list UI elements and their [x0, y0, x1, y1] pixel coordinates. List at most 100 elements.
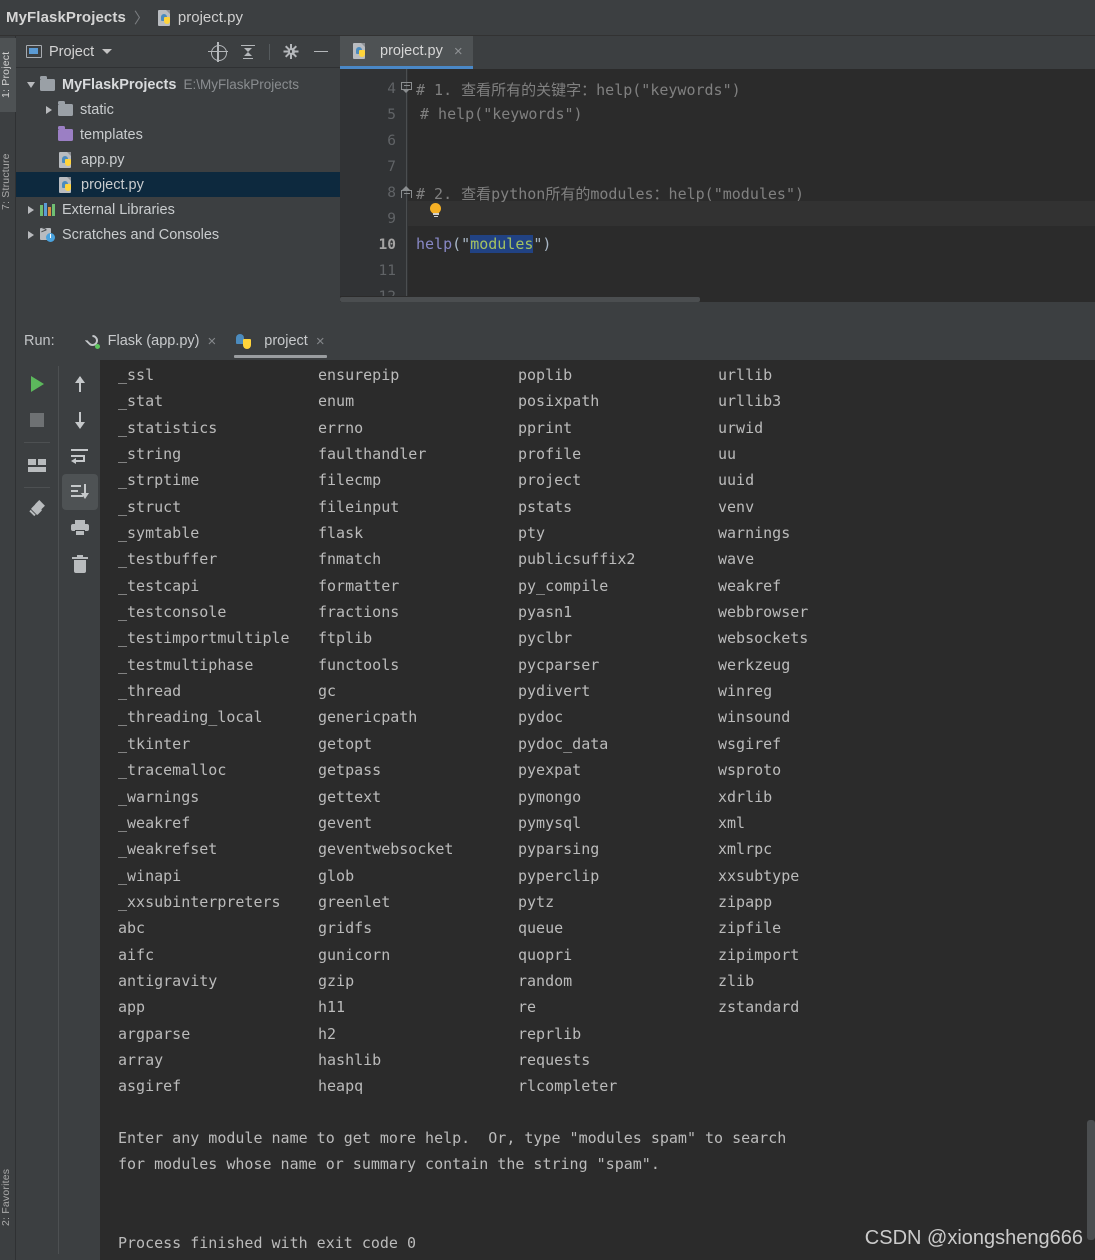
project-panel-header: Project: [16, 36, 340, 68]
tree-node-templates[interactable]: templates: [16, 122, 340, 147]
run-tab-flask[interactable]: Flask (app.py) ×: [75, 322, 227, 360]
module-item: venv: [718, 497, 755, 516]
intention-bulb-icon[interactable]: [428, 203, 443, 218]
module-item: getpass: [318, 761, 382, 780]
close-icon[interactable]: ×: [208, 333, 217, 350]
module-item: pytz: [518, 892, 555, 911]
console-help-line-1: Enter any module name to get more help. …: [118, 1129, 787, 1147]
scroll-to-end-button[interactable]: [62, 474, 98, 510]
module-item: _thread: [118, 682, 182, 701]
tree-node-label: app.py: [81, 151, 125, 168]
tree-node-app-py[interactable]: app.py: [16, 147, 340, 172]
fold-collapse-icon[interactable]: [401, 82, 412, 93]
module-item: fileinput: [318, 497, 400, 516]
run-toolbar: [16, 360, 100, 1260]
expand-toggle-icon[interactable]: [22, 205, 40, 214]
folder-icon: [40, 75, 55, 91]
module-item: pyperclip: [518, 866, 600, 885]
module-item: _string: [118, 445, 182, 464]
editor-code[interactable]: # 1. 查看所有的关键字：help("keywords") # help("k…: [416, 69, 1095, 302]
console-output[interactable]: _ssl _stat _statistics _string _strptime _str…: [100, 360, 1095, 1260]
down-the-stack-button[interactable]: [59, 402, 101, 438]
console-vertical-scrollbar[interactable]: [1087, 1120, 1095, 1240]
module-item: winreg: [718, 682, 773, 701]
module-item: gridfs: [318, 919, 373, 938]
play-icon: [30, 376, 44, 392]
line-number: 9: [387, 211, 396, 227]
run-tab-label: project: [264, 333, 308, 349]
sidebar-item-project[interactable]: 1: Project: [0, 38, 16, 112]
module-item: zipimport: [718, 945, 800, 964]
module-item: fractions: [318, 603, 400, 622]
folder-icon: [58, 100, 73, 116]
run-tool-window-header: Run: Flask (app.py) × project ×: [16, 322, 1095, 360]
run-tab-project[interactable]: project ×: [226, 322, 334, 360]
module-item: _strptime: [118, 471, 200, 490]
pin-tab-button[interactable]: [16, 492, 58, 528]
layout-button[interactable]: [16, 447, 58, 483]
module-item: posixpath: [518, 392, 600, 411]
tree-node-static[interactable]: static: [16, 97, 340, 122]
tree-node-external-libraries[interactable]: External Libraries: [16, 197, 340, 222]
rerun-button[interactable]: [16, 366, 58, 402]
tree-node-project-py[interactable]: project.py: [16, 172, 340, 197]
module-item: pyexpat: [518, 761, 582, 780]
collapse-all-icon[interactable]: [239, 43, 257, 61]
trash-icon: [72, 554, 88, 573]
module-item: ftplib: [318, 629, 373, 648]
module-item: uuid: [718, 471, 755, 490]
module-item: reprlib: [518, 1024, 582, 1043]
console-help-line-2: for modules whose name or summary contai…: [118, 1155, 660, 1173]
hide-icon[interactable]: [312, 43, 330, 61]
tree-node-label: static: [80, 101, 114, 118]
fold-expand-icon[interactable]: [401, 186, 412, 201]
tab-project-py[interactable]: project.py ×: [340, 36, 473, 69]
module-column-2: ensurepip enum errno faulthandler filecmp fil…: [318, 362, 453, 1100]
module-item: heapq: [318, 1077, 364, 1096]
chevron-down-icon[interactable]: [102, 49, 113, 54]
module-item: gc: [318, 682, 337, 701]
editor-horizontal-scrollbar[interactable]: [340, 296, 1095, 302]
clear-all-button[interactable]: [59, 546, 101, 582]
soft-wrap-button[interactable]: [59, 438, 101, 474]
sidebar-item-favorites[interactable]: 2: Favorites: [0, 1151, 16, 1243]
arrow-down-icon: [72, 411, 88, 429]
locate-icon[interactable]: [208, 41, 228, 62]
expand-toggle-icon[interactable]: [22, 230, 40, 239]
tree-node-scratches-and-consoles[interactable]: Scratches and Consoles: [16, 222, 340, 247]
close-icon[interactable]: ×: [316, 333, 325, 350]
expand-toggle-icon[interactable]: [40, 105, 58, 114]
close-icon[interactable]: ×: [454, 43, 463, 60]
sidebar-item-structure[interactable]: 7: Structure: [0, 136, 16, 228]
stop-button[interactable]: [16, 402, 58, 438]
tree-node-label: project.py: [81, 176, 144, 193]
module-item: pyasn1: [518, 603, 573, 622]
editor-body[interactable]: 4 5 6 7 8 9 10 11 12 # 1. 查看所有的关键字：help(…: [340, 69, 1095, 302]
breadcrumb-file[interactable]: project.py: [178, 9, 243, 26]
toolbar-divider: [269, 43, 270, 60]
expand-toggle-icon[interactable]: [22, 81, 40, 88]
tree-node-label: External Libraries: [62, 201, 175, 218]
module-item: pty: [518, 524, 546, 543]
soft-wrap-icon: [71, 448, 89, 464]
breadcrumb-project[interactable]: MyFlaskProjects: [6, 9, 126, 26]
code-editor: project.py × 4 5 6 7 8 9 10 11 12: [340, 36, 1095, 302]
line-number: 5: [387, 107, 396, 123]
python-file-icon: [58, 151, 74, 168]
up-the-stack-button[interactable]: [59, 366, 101, 402]
run-output-area: _ssl _stat _statistics _string _strptime _str…: [16, 360, 1095, 1260]
tree-node-myflaskprojects[interactable]: MyFlaskProjects E:\MyFlaskProjects: [16, 72, 340, 97]
line-number: 11: [378, 263, 396, 279]
module-item: _tracemalloc: [118, 761, 227, 780]
print-button[interactable]: [59, 510, 101, 546]
module-item: xxsubtype: [718, 866, 800, 885]
module-item: _weakref: [118, 813, 191, 832]
module-item: uu: [718, 445, 737, 464]
module-item: xml: [718, 813, 746, 832]
module-item: abc: [118, 919, 146, 938]
module-item: pymysql: [518, 813, 582, 832]
gear-icon[interactable]: [282, 43, 300, 61]
editor-gutter[interactable]: 4 5 6 7 8 9 10 11 12: [340, 69, 408, 302]
module-item: getopt: [318, 734, 373, 753]
module-item: _symtable: [118, 524, 200, 543]
